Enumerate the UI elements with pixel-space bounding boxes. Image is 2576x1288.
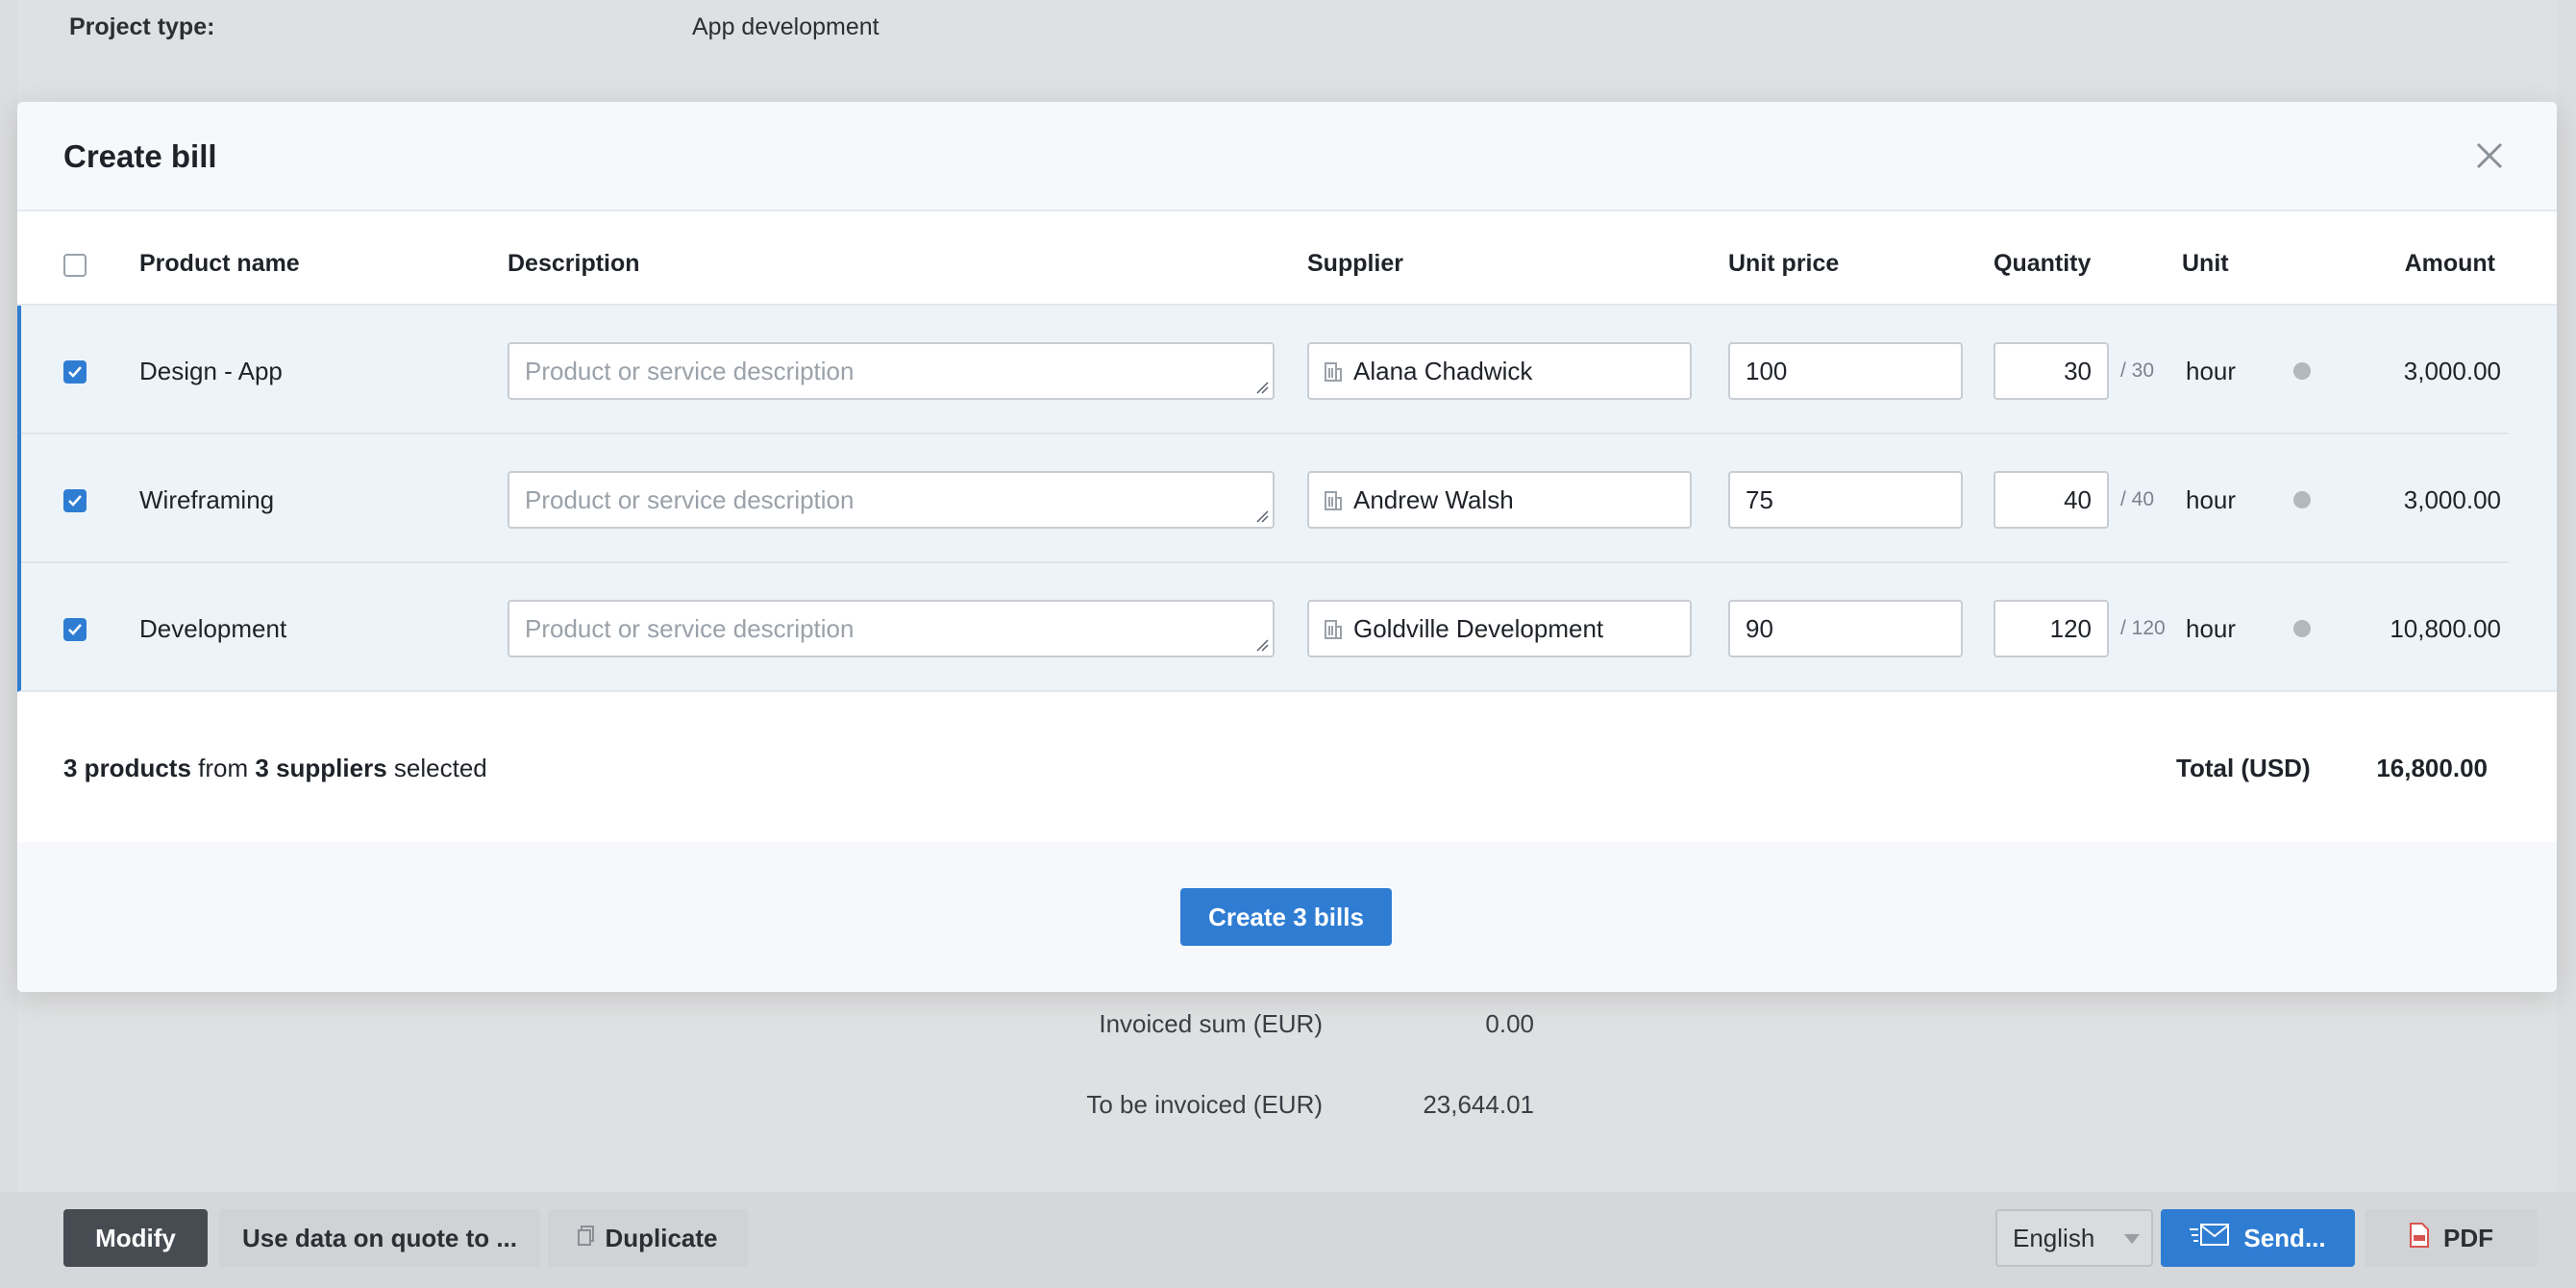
product-name: Development xyxy=(139,614,287,643)
description-placeholder: Product or service description xyxy=(525,484,855,514)
row-checkbox[interactable] xyxy=(63,489,87,512)
unit-label: hour xyxy=(2186,357,2237,385)
pdf-label: PDF xyxy=(2443,1223,2493,1252)
building-icon xyxy=(1325,620,1342,639)
quantity-field[interactable]: 120 xyxy=(1994,600,2109,657)
pdf-button[interactable]: PDF xyxy=(2365,1209,2538,1267)
pdf-file-icon xyxy=(2409,1222,2430,1254)
table-row: Wireframing Product or service descripti… xyxy=(21,434,2557,563)
supplier-name: Andrew Walsh xyxy=(1353,484,1514,514)
description-placeholder: Product or service description xyxy=(525,356,855,385)
checkmark-icon xyxy=(68,495,82,507)
close-icon[interactable] xyxy=(2472,138,2507,173)
column-unit: Unit xyxy=(2182,250,2229,277)
table-row: Design - App Product or service descript… xyxy=(21,306,2557,434)
use-data-on-quote-button[interactable]: Use data on quote to ... xyxy=(219,1209,540,1267)
supplier-field[interactable]: Goldville Development xyxy=(1307,600,1692,657)
column-quantity: Quantity xyxy=(1994,250,2092,277)
quantity-available: / 30 xyxy=(2120,359,2155,382)
description-field[interactable]: Product or service description xyxy=(508,600,1275,657)
total-label: Total (USD) xyxy=(2176,754,2311,782)
quantity-field[interactable]: 30 xyxy=(1994,342,2109,400)
supplier-name: Goldville Development xyxy=(1353,613,1604,643)
description-placeholder: Product or service description xyxy=(525,613,855,643)
suppliers-count: 3 suppliers xyxy=(255,754,387,782)
product-rows: Design - App Product or service descript… xyxy=(17,306,2557,692)
row-amount: 3,000.00 xyxy=(2403,357,2501,385)
table-row: Development Product or service descripti… xyxy=(21,563,2557,692)
send-button[interactable]: Send... xyxy=(2161,1209,2355,1267)
description-field[interactable]: Product or service description xyxy=(508,471,1275,529)
column-amount: Amount xyxy=(2404,250,2495,277)
quantity-available: / 40 xyxy=(2120,488,2155,510)
checkmark-icon xyxy=(68,366,82,378)
row-amount: 10,800.00 xyxy=(2390,614,2501,643)
duplicate-label: Duplicate xyxy=(605,1223,718,1252)
project-type-value: App development xyxy=(692,13,879,40)
unit-label: hour xyxy=(2186,485,2237,514)
language-select[interactable]: English xyxy=(1995,1209,2153,1267)
modal-header: Create bill xyxy=(17,102,2557,211)
supplier-field[interactable]: Andrew Walsh xyxy=(1307,471,1692,529)
resize-handle-icon[interactable] xyxy=(1255,509,1269,523)
supplier-field[interactable]: Alana Chadwick xyxy=(1307,342,1692,400)
invoiced-sum-value: 0.00 xyxy=(1485,1009,1534,1038)
unit-price-field[interactable]: 90 xyxy=(1728,600,1963,657)
resize-handle-icon[interactable] xyxy=(1255,638,1269,652)
checkmark-icon xyxy=(68,624,82,635)
copy-icon xyxy=(578,1224,595,1253)
unit-label: hour xyxy=(2186,614,2237,643)
unit-price-field[interactable]: 100 xyxy=(1728,342,1963,400)
quantity-available: / 120 xyxy=(2120,617,2166,639)
summary-selected: selected xyxy=(393,754,487,782)
products-count: 3 products xyxy=(63,754,191,782)
row-checkbox[interactable] xyxy=(63,360,87,384)
quantity-field[interactable]: 40 xyxy=(1994,471,2109,529)
create-bills-button[interactable]: Create 3 bills xyxy=(1180,888,1392,946)
invoiced-sum-label: Invoiced sum (EUR) xyxy=(1099,1009,1323,1038)
select-all-checkbox[interactable] xyxy=(63,254,87,277)
table-header: Product name Description Supplier Unit p… xyxy=(17,211,2557,306)
description-field[interactable]: Product or service description xyxy=(508,342,1275,400)
create-bill-modal: Create bill Product name Description Sup… xyxy=(17,102,2557,992)
row-checkbox[interactable] xyxy=(63,618,87,641)
summary-from: from xyxy=(198,754,249,782)
envelope-icon xyxy=(2190,1223,2230,1254)
language-value: English xyxy=(2013,1223,2095,1252)
product-name: Design - App xyxy=(139,357,283,385)
building-icon xyxy=(1325,362,1342,382)
project-type-label: Project type: xyxy=(69,13,215,40)
column-supplier: Supplier xyxy=(1307,250,1404,277)
building-icon xyxy=(1325,491,1342,510)
selection-summary: 3 products from 3 suppliers selected xyxy=(63,754,487,783)
to-be-invoiced-value: 23,644.01 xyxy=(1423,1090,1534,1119)
modify-button[interactable]: Modify xyxy=(63,1209,208,1267)
to-be-invoiced-label: To be invoiced (EUR) xyxy=(1086,1090,1323,1119)
column-unit-price: Unit price xyxy=(1728,250,1840,277)
unit-price-field[interactable]: 75 xyxy=(1728,471,1963,529)
duplicate-button[interactable]: Duplicate xyxy=(548,1209,748,1267)
send-label: Send... xyxy=(2243,1223,2326,1252)
column-product-name: Product name xyxy=(139,250,300,277)
modal-title: Create bill xyxy=(63,138,217,174)
resize-handle-icon[interactable] xyxy=(1255,381,1269,394)
product-name: Wireframing xyxy=(139,485,275,514)
chevron-down-icon xyxy=(2124,1234,2140,1244)
supplier-name: Alana Chadwick xyxy=(1353,356,1533,385)
total-value: 16,800.00 xyxy=(2376,754,2488,782)
column-description: Description xyxy=(508,250,640,277)
row-amount: 3,000.00 xyxy=(2403,485,2501,514)
